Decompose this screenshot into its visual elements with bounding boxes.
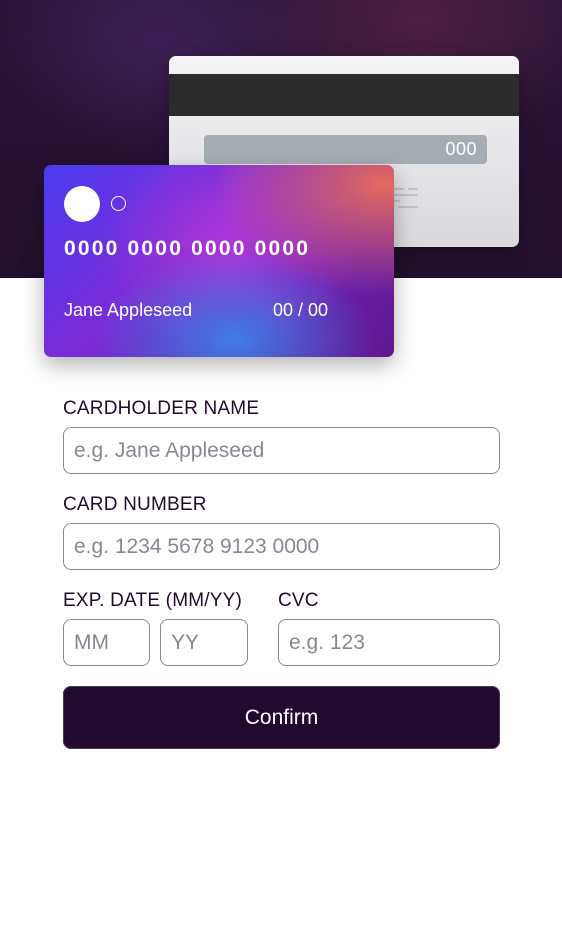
card-back-cvc: 000: [204, 135, 487, 164]
magnetic-stripe: [169, 74, 519, 116]
cardholder-name-input[interactable]: [63, 427, 500, 474]
card-back-pattern-icon: [394, 188, 424, 213]
card-front-number: 0000 0000 0000 0000: [64, 237, 311, 260]
cardholder-name-label: CARDHOLDER NAME: [63, 398, 260, 419]
card-front-expiry: 00 / 00: [273, 300, 329, 320]
card-front-name: Jane Appleseed: [64, 300, 193, 320]
card-number-label: CARD NUMBER: [63, 494, 207, 515]
card-number-input[interactable]: [63, 523, 500, 570]
card-details-page: 000 0000 0000 0000 0000 Jane Appleseed 0…: [0, 0, 562, 933]
cvc-label: CVC: [278, 590, 319, 611]
exp-year-input[interactable]: [160, 619, 248, 666]
exp-date-label: EXP. DATE (MM/YY): [63, 590, 243, 611]
card-logo-ring-icon: [111, 196, 126, 211]
exp-month-input[interactable]: [63, 619, 150, 666]
cvc-input[interactable]: [278, 619, 500, 666]
card-logo-circle-icon: [64, 186, 100, 222]
confirm-button[interactable]: Confirm: [63, 686, 500, 749]
card-front: 0000 0000 0000 0000 Jane Appleseed 00 / …: [44, 165, 394, 357]
